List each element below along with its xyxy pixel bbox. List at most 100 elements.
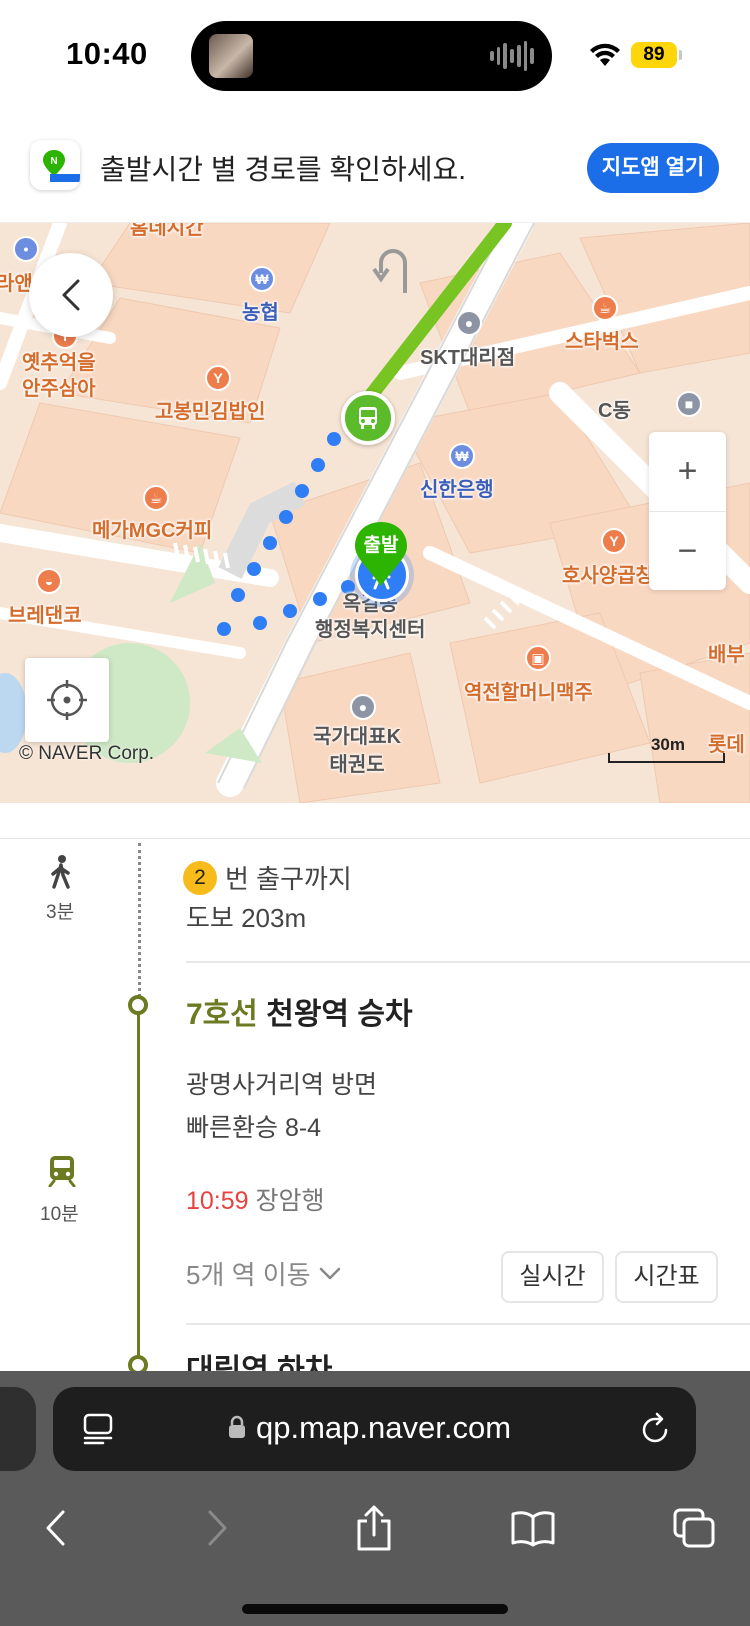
walk-step-text: 번 출구까지 xyxy=(225,864,352,894)
arrival-time: 10:59 xyxy=(186,1187,249,1215)
previous-tab-edge[interactable] xyxy=(0,1387,36,1471)
map-label: 호사양곱창 xyxy=(562,565,654,587)
stations-toggle[interactable]: 5개 역 이동 xyxy=(186,1255,341,1292)
book-icon xyxy=(511,1511,555,1547)
arrival-info: 10:59 장암행 xyxy=(186,1181,325,1217)
map-label: 고봉민김밥인 xyxy=(155,401,266,423)
crosshair-icon xyxy=(47,680,87,720)
cafe-icon[interactable]: ☕ xyxy=(592,295,618,321)
poi-icon[interactable]: • xyxy=(13,236,39,262)
map-label: 배부 xyxy=(708,644,745,666)
battery-tip xyxy=(679,50,682,60)
dynamic-island[interactable] xyxy=(191,21,552,91)
browser-nav-row xyxy=(0,1488,750,1568)
map-scale: 30m xyxy=(608,735,725,763)
map-label: 옛추억을 안주삼아 xyxy=(22,352,96,400)
home-indicator xyxy=(242,1604,508,1614)
subway-train-icon xyxy=(48,1156,76,1187)
walk-distance: 도보 203m xyxy=(186,903,307,933)
timetable-button[interactable]: 시간표 xyxy=(615,1251,718,1303)
bank-icon[interactable]: ₩ xyxy=(249,266,275,292)
app-banner[interactable]: N 출발시간 별 경로를 확인하세요. 지도앱 열기 xyxy=(0,112,750,223)
bank-icon[interactable]: ₩ xyxy=(449,443,475,469)
route-details[interactable]: 3분 2 번 출구까지 도보 203m 7호선 천왕역 승차 광명사거리역 방면… xyxy=(0,803,750,1371)
map-label: 농협 xyxy=(242,302,279,324)
back-nav-button[interactable] xyxy=(25,1488,85,1568)
poi-icon[interactable]: ● xyxy=(350,694,376,720)
now-playing-album-art xyxy=(209,34,253,78)
walk-path-line xyxy=(138,843,141,1003)
map-label: 메가MGC커피 xyxy=(92,520,213,542)
exit-number-badge: 2 xyxy=(183,860,217,895)
zoom-in-button[interactable]: + xyxy=(649,432,726,511)
status-bar: 10:40 89 xyxy=(0,0,750,112)
map-copyright: © NAVER Corp. xyxy=(19,743,155,764)
zoom-out-button[interactable]: − xyxy=(649,511,726,590)
realtime-button[interactable]: 실시간 xyxy=(501,1251,604,1303)
page-menu-icon[interactable] xyxy=(83,1413,113,1445)
walking-icon xyxy=(51,855,70,889)
boarding-station-dot xyxy=(128,995,148,1015)
alighting-station-dot xyxy=(128,1355,148,1371)
subway-line-name: 7호선 xyxy=(186,998,258,1031)
chevron-down-icon xyxy=(319,1267,340,1279)
fast-transfer-text: 빠른환승 8-4 xyxy=(186,1114,322,1142)
browser-toolbar: qp.map.naver.com xyxy=(0,1371,750,1626)
share-button[interactable] xyxy=(344,1488,404,1568)
alighting-title: 대림역 하차 xyxy=(186,1354,333,1371)
divider xyxy=(186,1323,750,1325)
banner-message: 출발시간 별 경로를 확인하세요. xyxy=(100,154,466,185)
scale-label: 30m xyxy=(650,735,685,754)
boarding-title: 7호선 천왕역 승차 xyxy=(186,989,413,1033)
address-bar[interactable]: qp.map.naver.com xyxy=(53,1387,696,1471)
chevron-right-icon xyxy=(208,1510,227,1546)
map-label: C동 xyxy=(598,400,631,422)
divider xyxy=(186,961,750,963)
restaurant-icon[interactable]: Y xyxy=(205,365,231,391)
map-label: 홈데시간 xyxy=(130,223,204,239)
chevron-left-icon xyxy=(46,1510,65,1546)
tabs-icon xyxy=(673,1508,715,1548)
boarding-station: 천왕역 승차 xyxy=(266,998,413,1031)
cafe-icon[interactable]: ☕ xyxy=(143,485,169,511)
restaurant-icon[interactable]: Y xyxy=(601,528,627,554)
bus-stop-marker[interactable] xyxy=(341,391,395,445)
forward-nav-button[interactable] xyxy=(188,1488,248,1568)
wifi-icon xyxy=(590,43,620,66)
url-text: qp.map.naver.com xyxy=(256,1410,512,1445)
map-label: 역전할머니맥주 xyxy=(464,682,593,704)
start-pin[interactable]: 출발 xyxy=(353,520,409,588)
svg-text:N: N xyxy=(50,156,57,167)
stations-count: 5개 역 이동 xyxy=(186,1260,311,1290)
share-icon xyxy=(357,1505,391,1551)
tabs-button[interactable] xyxy=(664,1488,724,1568)
open-map-app-button[interactable]: 지도앱 열기 xyxy=(587,143,719,193)
subway-line-7-path xyxy=(137,1005,140,1365)
bookmarks-button[interactable] xyxy=(503,1488,563,1568)
train-destination: 장암행 xyxy=(255,1187,325,1215)
map-label: 신한은행 xyxy=(420,479,494,501)
bakery-icon[interactable]: ◒ xyxy=(36,568,62,594)
walk-step: 2 번 출구까지 xyxy=(183,859,352,896)
cinema-icon[interactable]: ■ xyxy=(676,391,702,417)
map-label: 스타벅스 xyxy=(565,331,639,353)
start-pin-label: 출발 xyxy=(363,535,399,556)
lock-icon xyxy=(229,1415,245,1438)
audio-waveform-icon xyxy=(490,41,535,71)
beer-icon[interactable]: ▣ xyxy=(525,645,551,671)
scale-bar xyxy=(608,753,725,763)
battery-icon: 89 xyxy=(631,42,677,68)
reload-icon[interactable] xyxy=(639,1411,671,1445)
chevron-left-icon xyxy=(62,279,80,311)
back-button[interactable] xyxy=(29,253,113,337)
map-label: SKT대리점 xyxy=(420,347,516,369)
naver-map-app-icon: N xyxy=(30,140,80,190)
route-map[interactable]: • ₩ ● ☕ Y Y ■ ₩ ☕ Y ◒ ▣ ● 홈데시간 라앤 농협 SKT… xyxy=(0,223,750,803)
map-label: 국가대표K 태권도 xyxy=(313,726,402,776)
map-label: 라앤 xyxy=(0,273,33,295)
bus-icon xyxy=(359,407,377,429)
zoom-control: + − xyxy=(649,432,726,590)
subway-duration: 10분 xyxy=(40,1204,79,1225)
my-location-button[interactable] xyxy=(25,658,109,742)
shop-icon[interactable]: ● xyxy=(456,310,482,336)
